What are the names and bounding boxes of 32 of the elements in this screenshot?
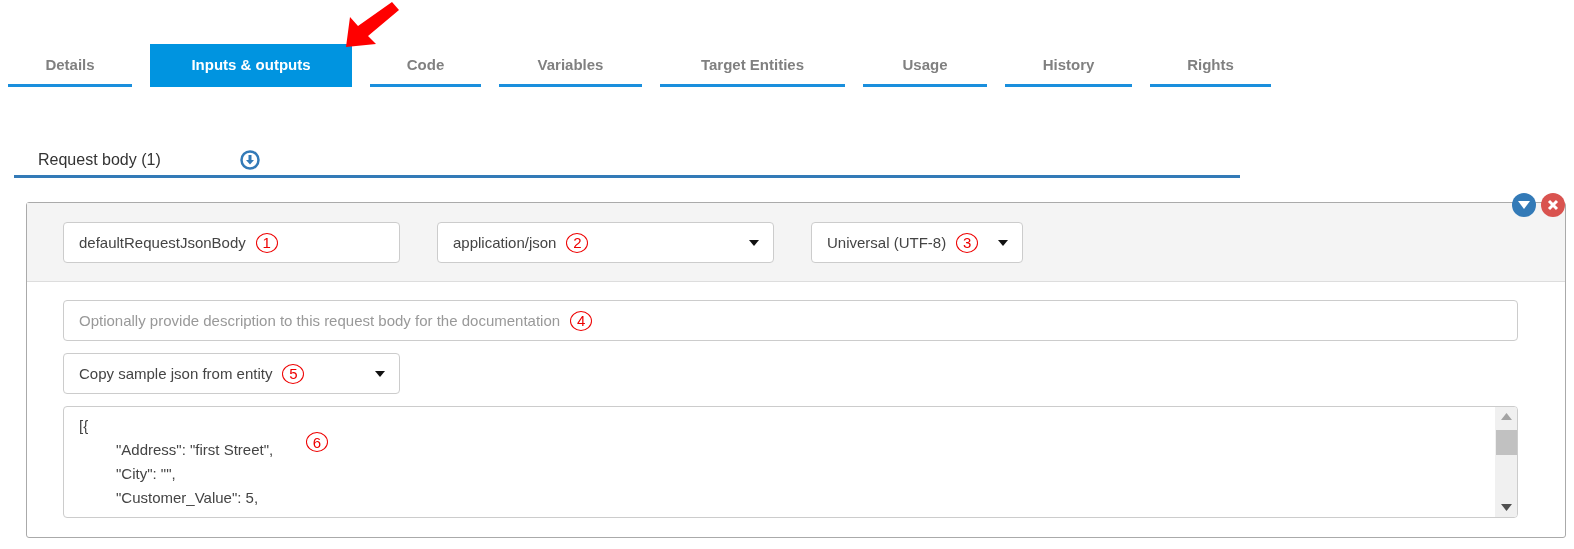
code-line: [{ xyxy=(79,416,89,436)
tab[interactable]: Details xyxy=(8,44,132,87)
annotation-arrow xyxy=(346,2,400,48)
tab[interactable]: Inputs & outputs xyxy=(150,44,352,87)
caret-icon xyxy=(998,239,1008,246)
tab[interactable]: Usage xyxy=(863,44,987,87)
dropdown[interactable]: Universal (UTF-8) 3 xyxy=(811,222,1023,263)
tab[interactable]: History xyxy=(1005,44,1132,87)
scrollbar-thumb[interactable] xyxy=(1495,429,1517,455)
tab[interactable]: Target Entities xyxy=(660,44,845,87)
code-line: "Customer_Value": 5, xyxy=(115,488,259,508)
input-field[interactable]: defaultRequestJsonBody 1 xyxy=(63,222,400,263)
scroll-up-icon[interactable] xyxy=(1500,413,1512,420)
json-text-area[interactable]: [{ "Address": "first Street", "City": "", "Customer_Value": 5, 6 xyxy=(63,406,1518,518)
tab[interactable]: Code xyxy=(370,44,481,87)
tab[interactable]: Rights xyxy=(1150,44,1271,87)
close-icon xyxy=(1547,199,1559,211)
dropdown[interactable]: application/json 2 xyxy=(437,222,774,263)
section-title: Request body (1) xyxy=(37,150,162,169)
caret-icon xyxy=(375,370,385,377)
scroll-down-icon[interactable] xyxy=(1500,504,1512,511)
caret-icon xyxy=(749,239,759,246)
code-line: "City": "", xyxy=(115,464,176,484)
caret-icon xyxy=(1518,201,1530,209)
dropdown[interactable]: Copy sample json from entity 5 xyxy=(63,353,400,394)
input-field[interactable]: Optionally provide description to this request body for the documentation 4 xyxy=(63,300,1518,341)
scrollbar[interactable] xyxy=(1495,407,1517,517)
code-line: "Address": "first Street", xyxy=(115,440,274,460)
remove-button[interactable] xyxy=(1541,193,1565,217)
collapse-button[interactable] xyxy=(1512,193,1536,217)
download-icon[interactable] xyxy=(240,149,260,170)
tab[interactable]: Variables xyxy=(499,44,642,87)
